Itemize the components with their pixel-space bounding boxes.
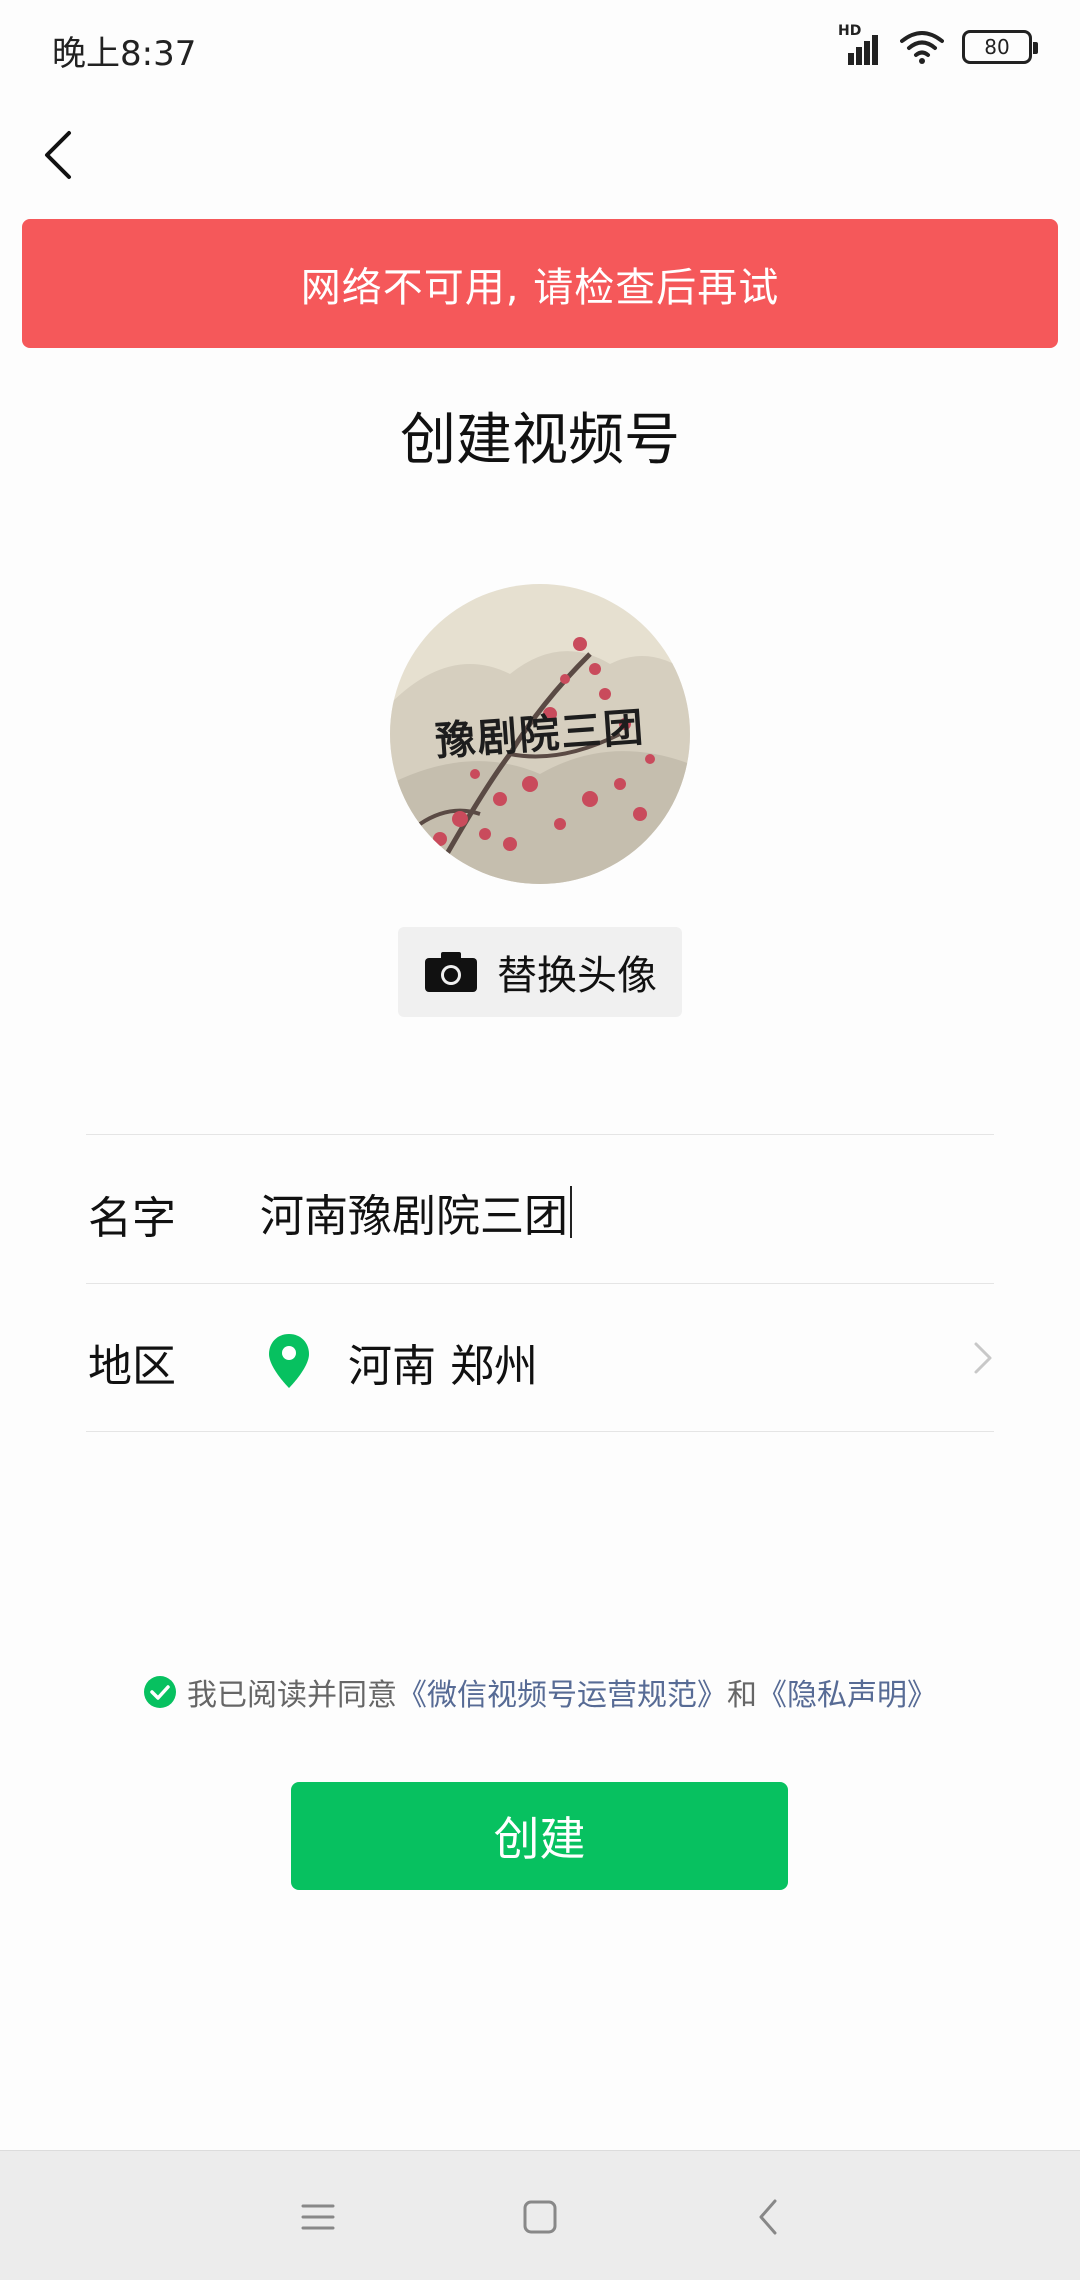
- replace-avatar-button[interactable]: 替换头像: [398, 927, 682, 1017]
- status-icons: HD 80: [838, 23, 1038, 70]
- chevron-left-icon: [45, 131, 71, 179]
- back-button[interactable]: [28, 120, 88, 190]
- replace-avatar-label: 替换头像: [497, 953, 657, 999]
- chevron-right-icon: [974, 1342, 992, 1374]
- home-icon: [523, 2200, 557, 2234]
- privacy-link[interactable]: 《隐私声明》: [757, 1670, 937, 1714]
- region-value: 河南 郑州: [348, 1341, 538, 1392]
- divider: [86, 1431, 994, 1432]
- check-circle-icon[interactable]: [143, 1675, 177, 1709]
- create-channel-screen: 晚上8:37 HD 80 网络不可用, 请检查后再试 创建视频号 豫剧院三团 替…: [0, 0, 1080, 2280]
- battery-icon: 80: [962, 30, 1038, 64]
- rules-link[interactable]: 《微信视频号运营规范》: [397, 1670, 727, 1714]
- name-input[interactable]: 河南豫剧院三团: [260, 1180, 980, 1244]
- menu-button[interactable]: [288, 2189, 348, 2245]
- page-title: 创建视频号: [400, 408, 680, 473]
- system-back-button[interactable]: [738, 2189, 798, 2245]
- location-pin-icon: [269, 1334, 309, 1388]
- region-label: 地区: [88, 1341, 176, 1392]
- battery-level: 80: [984, 35, 1010, 59]
- status-time: 晚上8:37: [52, 34, 197, 74]
- menu-icon: [301, 2204, 335, 2230]
- name-label: 名字: [88, 1193, 176, 1244]
- agreement-conjunction: 和: [727, 1678, 757, 1713]
- error-message: 网络不可用, 请检查后再试: [300, 264, 780, 311]
- status-bar: 晚上8:37 HD 80: [0, 0, 1080, 96]
- divider: [86, 1134, 994, 1135]
- camera-icon: [425, 952, 477, 992]
- network-error-banner: 网络不可用, 请检查后再试: [22, 219, 1058, 348]
- text-caret: [570, 1186, 572, 1238]
- agreement-prefix: 我已阅读并同意: [187, 1678, 397, 1713]
- create-button[interactable]: 创建: [291, 1782, 788, 1890]
- name-value: 河南豫剧院三团: [260, 1191, 568, 1242]
- agreement-line: 我已阅读并同意 《微信视频号运营规范》 和 《隐私声明》: [0, 1670, 1080, 1714]
- create-label: 创建: [493, 1812, 586, 1866]
- region-row[interactable]: 地区 河南 郑州: [86, 1284, 994, 1432]
- system-navigation-bar: [0, 2150, 1080, 2280]
- home-button[interactable]: [510, 2189, 570, 2245]
- avatar[interactable]: 豫剧院三团: [390, 584, 690, 884]
- network-type-label: HD: [838, 23, 862, 39]
- signal-icon: HD: [838, 23, 882, 67]
- back-icon: [759, 2199, 777, 2235]
- wifi-icon: [900, 31, 944, 64]
